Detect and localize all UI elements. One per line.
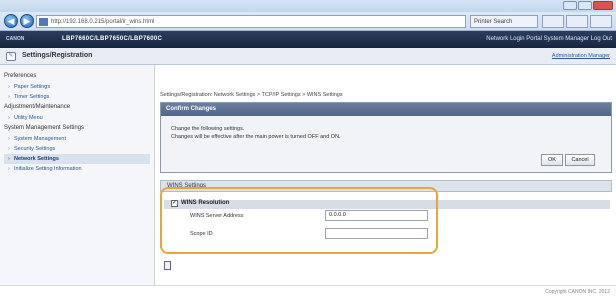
- window-controls: [563, 1, 613, 10]
- footer: Copyright CANON INC. 2012: [0, 285, 616, 297]
- page-icon: [39, 18, 48, 26]
- sidebar-group-system-management[interactable]: System Management Settings: [4, 123, 154, 134]
- confirm-panel-title: Confirm Changes: [161, 103, 611, 116]
- page-title-bar: ✎ Settings/Registration Administration M…: [0, 48, 616, 65]
- sidebar-item-network-settings[interactable]: Network Settings: [4, 154, 150, 164]
- brand-logo: CANON: [6, 36, 25, 42]
- admin-link[interactable]: Administration Manager: [552, 53, 610, 59]
- main-content: Settings/Registration: Network Settings …: [160, 65, 612, 285]
- confirm-message: Change the following settings.: [171, 126, 245, 132]
- sidebar-item-paper-settings[interactable]: Paper Settings: [4, 82, 154, 92]
- confirm-note: Changes will be effective after the main…: [171, 134, 341, 140]
- browser-title-bar: [0, 0, 616, 12]
- confirm-panel-body: Change the following settings. Changes w…: [161, 116, 611, 172]
- sidebar-group-adjustment[interactable]: Adjustment/Maintenance: [4, 102, 154, 113]
- ok-button[interactable]: OK: [541, 154, 563, 166]
- tools-icon[interactable]: [590, 15, 612, 28]
- close-button[interactable]: [593, 1, 613, 10]
- sidebar-group-preferences[interactable]: Preferences: [4, 71, 154, 82]
- header-links[interactable]: Network Login Portal System Manager Log …: [486, 36, 612, 42]
- sidebar-item-system-management[interactable]: System Management: [4, 134, 154, 144]
- forward-button[interactable]: ▶: [20, 14, 34, 28]
- sidebar-item-security-settings[interactable]: Security Settings: [4, 144, 154, 154]
- maximize-button[interactable]: [578, 1, 592, 10]
- browser-search-box[interactable]: Printer Search: [470, 15, 538, 28]
- page-title: Settings/Registration: [22, 52, 93, 59]
- settings-icon: ✎: [6, 52, 16, 61]
- breadcrumb: Settings/Registration: Network Settings …: [160, 92, 343, 98]
- favorites-icon[interactable]: [566, 15, 588, 28]
- address-text: http://192.168.0.215/portal/ir_wins.html: [51, 19, 155, 25]
- copyright: Copyright CANON INC. 2012: [545, 289, 610, 295]
- home-icon[interactable]: [542, 15, 564, 28]
- sidebar: Preferences Paper Settings Timer Setting…: [0, 65, 155, 285]
- confirm-changes-panel: Confirm Changes Change the following set…: [160, 102, 612, 173]
- browser-nav-bar: ◀ ▶ http://192.168.0.215/portal/ir_wins.…: [0, 12, 616, 31]
- sidebar-item-utility-menu[interactable]: Utility Menu: [4, 113, 154, 123]
- page-top-icon[interactable]: [164, 261, 171, 270]
- address-bar[interactable]: http://192.168.0.215/portal/ir_wins.html: [36, 15, 466, 28]
- cancel-button[interactable]: Cancel: [565, 154, 595, 166]
- device-name: LBP7660C/LBP7650C/LBP7600C: [62, 36, 163, 42]
- sidebar-item-initialize[interactable]: Initialize Setting Information: [4, 164, 154, 174]
- app-header: CANON LBP7660C/LBP7650C/LBP7600C Network…: [0, 31, 616, 48]
- browser-toolbar: [542, 15, 612, 28]
- sidebar-item-timer-settings[interactable]: Timer Settings: [4, 92, 154, 102]
- wins-highlight-box: [160, 187, 438, 254]
- minimize-button[interactable]: [563, 1, 577, 10]
- back-button[interactable]: ◀: [4, 14, 18, 28]
